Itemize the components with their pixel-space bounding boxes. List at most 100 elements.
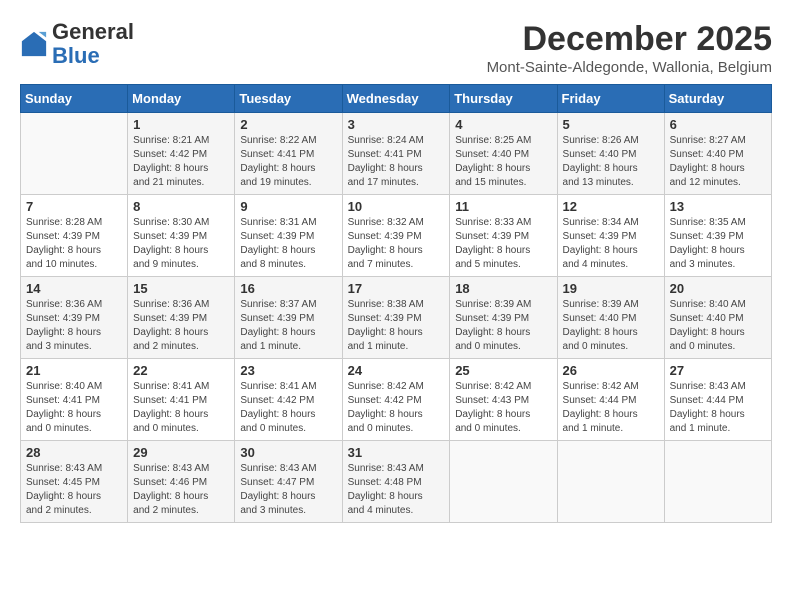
day-number: 30 bbox=[240, 445, 336, 460]
calendar-cell: 9 Sunrise: 8:31 AM Sunset: 4:39 PM Daylig… bbox=[235, 195, 342, 277]
day-number: 19 bbox=[563, 281, 659, 296]
day-number: 26 bbox=[563, 363, 659, 378]
day-info: Sunrise: 8:37 AM Sunset: 4:39 PM Dayligh… bbox=[240, 298, 336, 354]
day-number: 21 bbox=[26, 363, 122, 378]
calendar-cell: 23 Sunrise: 8:41 AM Sunset: 4:42 PM Dayli… bbox=[235, 359, 342, 441]
calendar-cell: 21 Sunrise: 8:40 AM Sunset: 4:41 PM Dayli… bbox=[21, 359, 128, 441]
weekday-header-saturday: Saturday bbox=[664, 85, 771, 113]
day-info: Sunrise: 8:40 AM Sunset: 4:41 PM Dayligh… bbox=[26, 380, 122, 436]
calendar-cell: 1 Sunrise: 8:21 AM Sunset: 4:42 PM Daylig… bbox=[128, 113, 235, 195]
day-info: Sunrise: 8:25 AM Sunset: 4:40 PM Dayligh… bbox=[455, 134, 551, 190]
calendar-cell: 12Sunrise: 8:34 AM Sunset: 4:39 PM Dayli… bbox=[557, 195, 664, 277]
day-info: Sunrise: 8:36 AM Sunset: 4:39 PM Dayligh… bbox=[26, 298, 122, 354]
day-number: 16 bbox=[240, 281, 336, 296]
calendar-week-4: 21 Sunrise: 8:40 AM Sunset: 4:41 PM Dayli… bbox=[21, 359, 772, 441]
calendar-cell bbox=[664, 441, 771, 523]
calendar-week-3: 14 Sunrise: 8:36 AM Sunset: 4:39 PM Dayli… bbox=[21, 277, 772, 359]
calendar-week-1: 1 Sunrise: 8:21 AM Sunset: 4:42 PM Daylig… bbox=[21, 113, 772, 195]
day-info: Sunrise: 8:43 AM Sunset: 4:44 PM Dayligh… bbox=[670, 380, 766, 436]
day-info: Sunrise: 8:39 AM Sunset: 4:40 PM Dayligh… bbox=[563, 298, 659, 354]
day-number: 23 bbox=[240, 363, 336, 378]
calendar-cell: 27 Sunrise: 8:43 AM Sunset: 4:44 PM Dayli… bbox=[664, 359, 771, 441]
day-info: Sunrise: 8:21 AM Sunset: 4:42 PM Dayligh… bbox=[133, 134, 229, 190]
calendar-cell: 3Sunrise: 8:24 AM Sunset: 4:41 PM Daylig… bbox=[342, 113, 450, 195]
calendar-cell: 8 Sunrise: 8:30 AM Sunset: 4:39 PM Daylig… bbox=[128, 195, 235, 277]
weekday-header-friday: Friday bbox=[557, 85, 664, 113]
page-header: General Blue December 2025 Mont-Sainte-A… bbox=[20, 20, 772, 76]
calendar-week-2: 7 Sunrise: 8:28 AM Sunset: 4:39 PM Daylig… bbox=[21, 195, 772, 277]
day-info: Sunrise: 8:38 AM Sunset: 4:39 PM Dayligh… bbox=[348, 298, 445, 354]
day-info: Sunrise: 8:42 AM Sunset: 4:43 PM Dayligh… bbox=[455, 380, 551, 436]
logo-icon bbox=[20, 30, 48, 58]
calendar-cell: 22 Sunrise: 8:41 AM Sunset: 4:41 PM Dayli… bbox=[128, 359, 235, 441]
calendar-cell: 2 Sunrise: 8:22 AM Sunset: 4:41 PM Daylig… bbox=[235, 113, 342, 195]
day-number: 20 bbox=[670, 281, 766, 296]
day-info: Sunrise: 8:43 AM Sunset: 4:47 PM Dayligh… bbox=[240, 462, 336, 518]
calendar-cell: 25Sunrise: 8:42 AM Sunset: 4:43 PM Dayli… bbox=[450, 359, 557, 441]
day-number: 1 bbox=[133, 117, 229, 132]
calendar-cell: 11 Sunrise: 8:33 AM Sunset: 4:39 PM Dayli… bbox=[450, 195, 557, 277]
calendar-cell: 19 Sunrise: 8:39 AM Sunset: 4:40 PM Dayli… bbox=[557, 277, 664, 359]
title-block: December 2025 Mont-Sainte-Aldegonde, Wal… bbox=[487, 20, 772, 76]
day-number: 8 bbox=[133, 199, 229, 214]
day-number: 29 bbox=[133, 445, 229, 460]
calendar-cell: 16 Sunrise: 8:37 AM Sunset: 4:39 PM Dayli… bbox=[235, 277, 342, 359]
day-number: 27 bbox=[670, 363, 766, 378]
day-info: Sunrise: 8:41 AM Sunset: 4:42 PM Dayligh… bbox=[240, 380, 336, 436]
day-info: Sunrise: 8:22 AM Sunset: 4:41 PM Dayligh… bbox=[240, 134, 336, 190]
day-number: 7 bbox=[26, 199, 122, 214]
day-number: 18 bbox=[455, 281, 551, 296]
day-info: Sunrise: 8:32 AM Sunset: 4:39 PM Dayligh… bbox=[348, 216, 445, 272]
calendar-cell bbox=[450, 441, 557, 523]
calendar-cell: 6 Sunrise: 8:27 AM Sunset: 4:40 PM Daylig… bbox=[664, 113, 771, 195]
calendar-cell: 29 Sunrise: 8:43 AM Sunset: 4:46 PM Dayli… bbox=[128, 441, 235, 523]
weekday-header-tuesday: Tuesday bbox=[235, 85, 342, 113]
day-info: Sunrise: 8:28 AM Sunset: 4:39 PM Dayligh… bbox=[26, 216, 122, 272]
day-number: 4 bbox=[455, 117, 551, 132]
day-number: 6 bbox=[670, 117, 766, 132]
calendar-cell: 14 Sunrise: 8:36 AM Sunset: 4:39 PM Dayli… bbox=[21, 277, 128, 359]
day-info: Sunrise: 8:31 AM Sunset: 4:39 PM Dayligh… bbox=[240, 216, 336, 272]
day-info: Sunrise: 8:43 AM Sunset: 4:46 PM Dayligh… bbox=[133, 462, 229, 518]
calendar-cell: 31 Sunrise: 8:43 AM Sunset: 4:48 PM Dayli… bbox=[342, 441, 450, 523]
day-number: 31 bbox=[348, 445, 445, 460]
day-number: 9 bbox=[240, 199, 336, 214]
calendar-cell: 15Sunrise: 8:36 AM Sunset: 4:39 PM Dayli… bbox=[128, 277, 235, 359]
day-info: Sunrise: 8:30 AM Sunset: 4:39 PM Dayligh… bbox=[133, 216, 229, 272]
day-info: Sunrise: 8:43 AM Sunset: 4:45 PM Dayligh… bbox=[26, 462, 122, 518]
day-number: 15 bbox=[133, 281, 229, 296]
calendar-week-5: 28Sunrise: 8:43 AM Sunset: 4:45 PM Dayli… bbox=[21, 441, 772, 523]
calendar-cell bbox=[557, 441, 664, 523]
logo-blue-text: Blue bbox=[52, 44, 134, 68]
day-number: 24 bbox=[348, 363, 445, 378]
day-info: Sunrise: 8:41 AM Sunset: 4:41 PM Dayligh… bbox=[133, 380, 229, 436]
day-number: 11 bbox=[455, 199, 551, 214]
day-info: Sunrise: 8:42 AM Sunset: 4:42 PM Dayligh… bbox=[348, 380, 445, 436]
calendar-cell: 17 Sunrise: 8:38 AM Sunset: 4:39 PM Dayli… bbox=[342, 277, 450, 359]
calendar-cell: 13 Sunrise: 8:35 AM Sunset: 4:39 PM Dayli… bbox=[664, 195, 771, 277]
weekday-header-monday: Monday bbox=[128, 85, 235, 113]
day-info: Sunrise: 8:40 AM Sunset: 4:40 PM Dayligh… bbox=[670, 298, 766, 354]
day-info: Sunrise: 8:39 AM Sunset: 4:39 PM Dayligh… bbox=[455, 298, 551, 354]
logo: General Blue bbox=[20, 20, 134, 68]
day-info: Sunrise: 8:43 AM Sunset: 4:48 PM Dayligh… bbox=[348, 462, 445, 518]
day-info: Sunrise: 8:35 AM Sunset: 4:39 PM Dayligh… bbox=[670, 216, 766, 272]
calendar-cell: 10Sunrise: 8:32 AM Sunset: 4:39 PM Dayli… bbox=[342, 195, 450, 277]
calendar-cell: 7 Sunrise: 8:28 AM Sunset: 4:39 PM Daylig… bbox=[21, 195, 128, 277]
day-number: 5 bbox=[563, 117, 659, 132]
month-title: December 2025 bbox=[487, 20, 772, 59]
day-info: Sunrise: 8:42 AM Sunset: 4:44 PM Dayligh… bbox=[563, 380, 659, 436]
day-info: Sunrise: 8:33 AM Sunset: 4:39 PM Dayligh… bbox=[455, 216, 551, 272]
calendar-cell: 5Sunrise: 8:26 AM Sunset: 4:40 PM Daylig… bbox=[557, 113, 664, 195]
weekday-header-wednesday: Wednesday bbox=[342, 85, 450, 113]
day-number: 2 bbox=[240, 117, 336, 132]
logo-general-text: General bbox=[52, 20, 134, 44]
day-info: Sunrise: 8:34 AM Sunset: 4:39 PM Dayligh… bbox=[563, 216, 659, 272]
day-number: 17 bbox=[348, 281, 445, 296]
location-subtitle: Mont-Sainte-Aldegonde, Wallonia, Belgium bbox=[487, 59, 772, 76]
calendar-cell: 26 Sunrise: 8:42 AM Sunset: 4:44 PM Dayli… bbox=[557, 359, 664, 441]
day-number: 13 bbox=[670, 199, 766, 214]
day-number: 14 bbox=[26, 281, 122, 296]
day-number: 22 bbox=[133, 363, 229, 378]
day-info: Sunrise: 8:27 AM Sunset: 4:40 PM Dayligh… bbox=[670, 134, 766, 190]
